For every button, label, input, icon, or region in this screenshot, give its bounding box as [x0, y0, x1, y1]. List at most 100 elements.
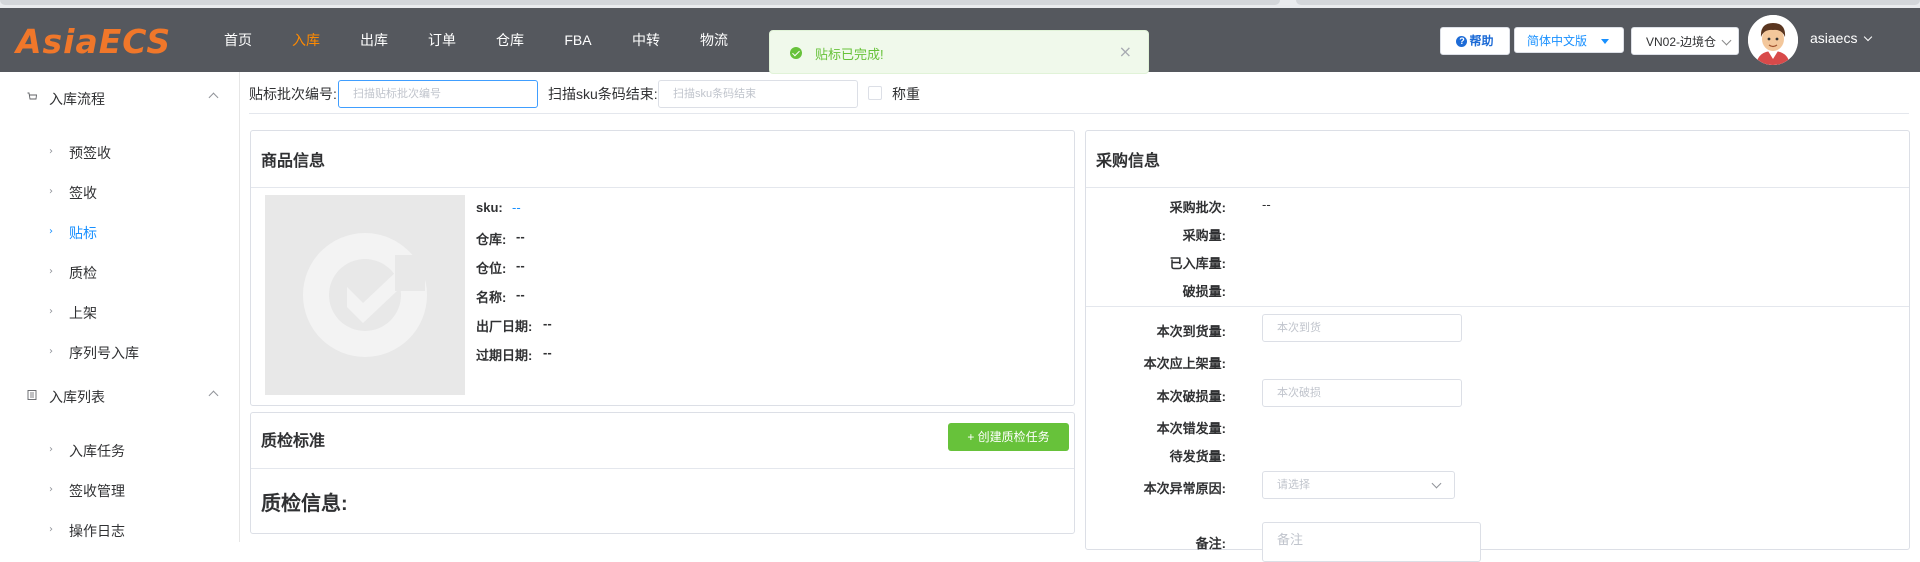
divider: [1086, 187, 1909, 188]
purchase-batch-value: --: [1262, 197, 1271, 212]
qc-standard-title: 质检标准: [261, 433, 326, 450]
name-value: --: [516, 287, 525, 302]
chevron-right-icon: ›: [49, 346, 53, 357]
avatar[interactable]: [1748, 15, 1798, 65]
create-qc-task-label: 创建质检任务: [977, 430, 1050, 444]
close-icon[interactable]: ×: [1119, 42, 1132, 61]
sidebar-item-shelving[interactable]: › 上架: [0, 292, 239, 332]
manufacture-date-value: --: [543, 316, 552, 331]
user-menu[interactable]: asiaecs: [1810, 30, 1873, 46]
nav-item-fba[interactable]: FBA: [544, 8, 612, 72]
image-placeholder-icon: [303, 233, 427, 357]
location-value: --: [516, 258, 525, 273]
divider: [251, 468, 1074, 469]
help-label: 帮助: [1469, 34, 1494, 48]
qc-info-heading: 质检信息:: [261, 493, 348, 515]
language-dropdown[interactable]: 简体中文版: [1514, 27, 1624, 53]
sidebar: 入库流程 › 预签收 › 签收 › 贴标 › 质检 › 上架 › 序列号入库 入库列表 › 入…: [0, 72, 240, 542]
chevron-right-icon: ›: [49, 226, 53, 237]
wrong-shipment-label: 本次错发量:: [1156, 421, 1226, 436]
damage-qty-input[interactable]: 本次破损: [1262, 379, 1462, 407]
cart-icon: [27, 92, 37, 100]
chevron-right-icon: ›: [49, 484, 53, 495]
product-info-panel: 商品信息 sku: -- 仓库: -- 仓位: -- 名称: -- 出厂日期: …: [250, 130, 1075, 406]
caret-down-icon: [1601, 39, 1609, 44]
qc-standard-panel: 质检标准 + 创建质检任务 质检信息:: [250, 412, 1075, 534]
asiaecs-logo[interactable]: AsiaECS: [16, 22, 171, 61]
chevron-right-icon: ›: [49, 266, 53, 277]
product-image-placeholder: [265, 195, 465, 395]
purchase-qty-label: 采购量:: [1182, 228, 1226, 243]
sku-value[interactable]: --: [512, 200, 521, 215]
help-button[interactable]: ? 帮助: [1440, 27, 1510, 55]
expiry-date-value: --: [543, 345, 552, 360]
divider: [249, 113, 1909, 114]
arrival-qty-placeholder: 本次到货: [1277, 322, 1321, 334]
sku-end-input[interactable]: [658, 80, 858, 108]
sidebar-group-inbound-list[interactable]: 入库列表: [0, 370, 239, 422]
chevron-right-icon: ›: [49, 444, 53, 455]
sidebar-item-operation-log[interactable]: › 操作日志: [0, 510, 239, 550]
list-icon: [27, 390, 37, 400]
nav-item-outbound[interactable]: 出库: [340, 8, 408, 72]
expiry-date-label: 过期日期:: [476, 348, 533, 363]
stored-qty-label: 已入库量:: [1169, 256, 1226, 271]
create-qc-task-button[interactable]: + 创建质检任务: [948, 423, 1069, 451]
pending-ship-label: 待发货量:: [1169, 449, 1226, 464]
chevron-right-icon: ›: [49, 524, 53, 535]
chevron-right-icon: ›: [49, 306, 53, 317]
nav-item-orders[interactable]: 订单: [408, 8, 476, 72]
chevron-down-icon: [1721, 35, 1732, 46]
batch-number-label: 贴标批次编号:: [249, 86, 337, 102]
nav-item-warehouse[interactable]: 仓库: [476, 8, 544, 72]
nav-item-logistics[interactable]: 物流: [680, 8, 748, 72]
chevron-down-icon: [1431, 478, 1442, 489]
arrival-qty-input[interactable]: 本次到货: [1262, 314, 1462, 342]
nav-item-home[interactable]: 首页: [204, 8, 272, 72]
exception-reason-select[interactable]: 请选择: [1262, 471, 1455, 499]
remark-textarea[interactable]: 备注: [1262, 522, 1481, 562]
username-label: asiaecs: [1810, 30, 1858, 46]
sidebar-item-label: 序列号入库: [69, 345, 139, 361]
warehouse-value: VN02-边境仓: [1646, 35, 1717, 49]
shelf-qty-label: 本次应上架量:: [1143, 356, 1226, 371]
sidebar-group-inbound-flow[interactable]: 入库流程: [0, 72, 239, 124]
sku-end-label: 扫描sku条码结束:: [548, 86, 658, 102]
plus-icon: +: [967, 430, 978, 444]
warehouse-select[interactable]: VN02-边境仓: [1631, 27, 1739, 55]
divider: [1086, 306, 1909, 307]
batch-number-input[interactable]: [338, 80, 538, 108]
language-label: 简体中文版: [1527, 34, 1588, 48]
exception-reason-placeholder: 请选择: [1277, 479, 1310, 491]
sidebar-item-inbound-tasks[interactable]: › 入库任务: [0, 430, 239, 470]
exception-reason-label: 本次异常原因:: [1143, 481, 1226, 496]
remark-placeholder: 备注: [1277, 532, 1304, 547]
damaged-qty-label: 破损量:: [1182, 284, 1226, 299]
sidebar-item-label: 质检: [69, 265, 97, 281]
sidebar-item-label: 签收: [69, 185, 97, 201]
main-nav: 首页 入库 出库 订单 仓库 FBA 中转 物流 客: [204, 8, 816, 72]
user-avatar-icon: [1748, 15, 1798, 65]
sidebar-item-pre-receive[interactable]: › 预签收: [0, 132, 239, 172]
weigh-label: 称重: [892, 86, 920, 102]
sidebar-item-serial-inbound[interactable]: › 序列号入库: [0, 332, 239, 372]
weigh-checkbox[interactable]: [868, 86, 882, 100]
sidebar-item-labeling[interactable]: › 贴标: [0, 212, 239, 252]
browser-tab: [1296, 0, 1920, 5]
check-circle-icon: [790, 47, 802, 59]
nav-item-transit[interactable]: 中转: [612, 8, 680, 72]
sidebar-item-receive-management[interactable]: › 签收管理: [0, 470, 239, 510]
chevron-right-icon: ›: [49, 186, 53, 197]
sidebar-item-receive[interactable]: › 签收: [0, 172, 239, 212]
purchase-batch-label: 采购批次:: [1169, 200, 1226, 215]
nav-item-inbound[interactable]: 入库: [272, 8, 340, 72]
purchase-info-title: 采购信息: [1096, 153, 1161, 170]
question-icon: ?: [1456, 36, 1468, 47]
sidebar-group-label: 入库流程: [49, 91, 105, 107]
sidebar-item-label: 上架: [69, 305, 97, 321]
chevron-right-icon: ›: [49, 146, 53, 157]
success-toast: 贴标已完成! ×: [769, 30, 1149, 74]
sidebar-item-quality-check[interactable]: › 质检: [0, 252, 239, 292]
sku-label: sku:: [476, 200, 503, 215]
sidebar-item-label: 预签收: [69, 145, 111, 161]
